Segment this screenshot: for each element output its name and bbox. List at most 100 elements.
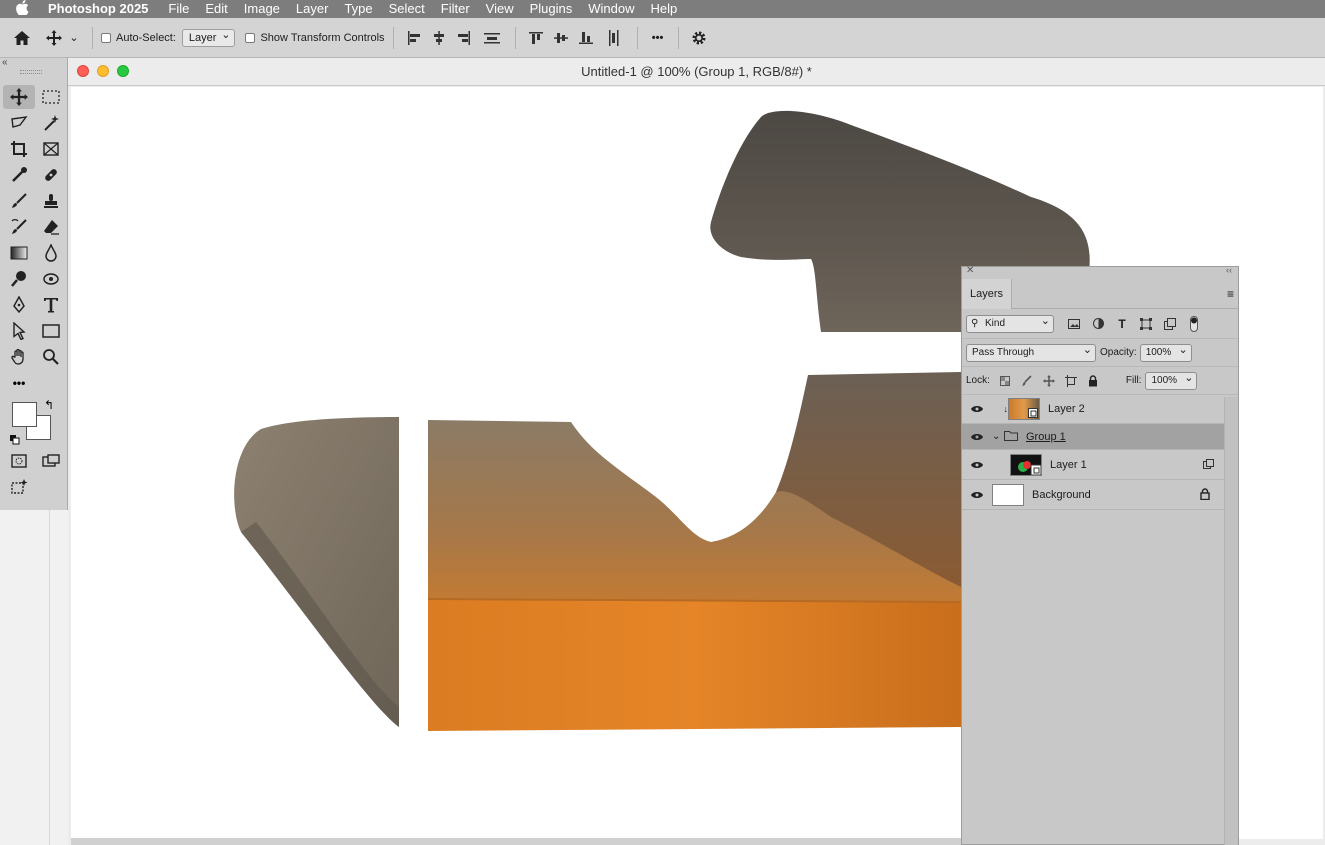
menu-plugins[interactable]: Plugins — [522, 0, 581, 18]
distribute-vertical-icon[interactable] — [477, 31, 507, 45]
tab-layers[interactable]: Layers — [962, 279, 1012, 309]
filter-pixel-icon[interactable] — [1062, 315, 1086, 333]
layer-row-group-1[interactable]: ⌄ Group 1 — [962, 424, 1224, 450]
distribute-horizontal-icon[interactable] — [599, 29, 629, 46]
align-horizontal-center-icon[interactable] — [427, 30, 452, 45]
clone-stamp-tool-button[interactable] — [35, 189, 67, 213]
app-name-menu[interactable]: Photoshop 2025 — [44, 0, 160, 18]
layer-row-background[interactable]: Background — [962, 480, 1224, 510]
close-panel-icon[interactable]: ✕ — [966, 265, 974, 276]
path-selection-tool-button[interactable] — [3, 319, 35, 343]
blend-mode-dropdown[interactable]: Pass Through — [966, 342, 1096, 362]
magic-wand-tool-button[interactable] — [35, 111, 67, 135]
minimize-window-button[interactable] — [97, 65, 109, 77]
lock-position-icon[interactable] — [1038, 372, 1060, 390]
clipping-mask-icon: ↓ — [1003, 404, 1009, 414]
marquee-tool-button[interactable] — [35, 85, 67, 109]
gradient-tool-button[interactable] — [3, 241, 35, 265]
frame-tool-button[interactable] — [35, 137, 67, 161]
menu-type[interactable]: Type — [336, 0, 380, 18]
blur-tool-button[interactable] — [35, 241, 67, 265]
hand-tool-button[interactable] — [3, 345, 35, 369]
divider — [636, 26, 638, 49]
more-options-icon[interactable]: ••• — [646, 32, 670, 44]
menu-image[interactable]: Image — [236, 0, 288, 18]
menu-layer[interactable]: Layer — [288, 0, 337, 18]
menu-file[interactable]: File — [160, 0, 197, 18]
auto-select-checkbox[interactable] — [101, 32, 111, 43]
lock-artboard-icon[interactable] — [1060, 372, 1082, 390]
menu-edit[interactable]: Edit — [197, 0, 235, 18]
generative-fill-icon[interactable] — [3, 475, 35, 499]
lock-transparent-pixels-icon[interactable] — [994, 372, 1016, 390]
fill-input[interactable]: 100% — [1145, 370, 1198, 390]
lock-image-pixels-icon[interactable] — [1016, 372, 1038, 390]
document-title-bar[interactable]: Untitled-1 @ 100% (Group 1, RGB/8#) * — [68, 58, 1325, 86]
collapse-icon[interactable]: « — [2, 57, 8, 68]
layer-thumbnail — [992, 483, 1024, 506]
divider — [514, 26, 516, 49]
crop-tool-button[interactable] — [3, 137, 35, 161]
lock-all-icon[interactable] — [1082, 372, 1104, 390]
menu-view[interactable]: View — [478, 0, 522, 18]
swap-colors-icon[interactable]: ↰ — [44, 398, 54, 412]
zoom-window-button[interactable] — [117, 65, 129, 77]
layer-row-layer-1[interactable]: Layer 1 — [962, 450, 1224, 480]
menu-bar: Photoshop 2025 File Edit Image Layer Typ… — [0, 0, 1325, 18]
tools-panel-grip[interactable]: « — [0, 57, 67, 84]
show-transform-checkbox[interactable] — [245, 32, 256, 43]
move-tool-icon[interactable] — [44, 29, 64, 46]
menu-help[interactable]: Help — [643, 0, 686, 18]
align-left-icon[interactable] — [402, 30, 427, 45]
folder-icon — [1004, 430, 1018, 444]
collapse-panel-icon[interactable]: ‹‹ — [1226, 265, 1232, 275]
menu-window[interactable]: Window — [580, 0, 642, 18]
filter-toggle-icon[interactable] — [1182, 315, 1206, 333]
brush-tool-button[interactable] — [3, 189, 35, 213]
chevron-down-icon[interactable]: ⌄ — [992, 431, 1004, 442]
auto-select-target-dropdown[interactable]: Layer — [181, 27, 236, 47]
filter-smart-object-icon[interactable] — [1158, 315, 1182, 333]
align-top-icon[interactable] — [524, 31, 549, 45]
eye-icon[interactable] — [962, 423, 992, 451]
tools-panel: « ••• ↰ — [0, 57, 68, 510]
align-vertical-center-icon[interactable] — [549, 31, 574, 45]
align-right-icon[interactable] — [452, 30, 477, 45]
layers-scrollbar[interactable] — [1224, 397, 1238, 845]
edit-toolbar-icon[interactable]: ••• — [3, 371, 35, 395]
filter-type-icon[interactable]: T — [1110, 315, 1134, 333]
filter-adjustment-icon[interactable] — [1086, 315, 1110, 333]
tool-preset-chevron-icon[interactable]: ⌄ — [64, 31, 84, 44]
close-window-button[interactable] — [77, 65, 89, 77]
filter-shape-icon[interactable] — [1134, 315, 1158, 333]
eye-icon[interactable] — [962, 481, 992, 509]
eyedropper-tool-button[interactable] — [3, 163, 35, 187]
eraser-tool-button[interactable] — [35, 215, 67, 239]
default-colors-icon[interactable] — [10, 432, 20, 450]
gear-icon[interactable] — [687, 30, 711, 46]
type-tool-button[interactable] — [35, 293, 67, 317]
screen-mode-icon[interactable] — [35, 449, 67, 473]
eye-icon[interactable] — [962, 451, 992, 479]
lasso-tool-button[interactable] — [3, 111, 35, 135]
history-brush-tool-button[interactable] — [3, 215, 35, 239]
apple-icon[interactable] — [0, 0, 44, 18]
opacity-input[interactable]: 100% — [1139, 342, 1192, 362]
zoom-tool-button[interactable] — [35, 345, 67, 369]
filter-kind-dropdown[interactable]: ⚲ Kind — [966, 313, 1054, 333]
healing-brush-tool-button[interactable] — [35, 163, 67, 187]
menu-select[interactable]: Select — [381, 0, 433, 18]
align-bottom-icon[interactable] — [574, 31, 599, 45]
move-tool-button[interactable] — [3, 85, 35, 109]
eye-icon[interactable] — [962, 395, 992, 423]
pen-tool-button-alt[interactable] — [35, 267, 67, 291]
panel-menu-icon[interactable]: ≡ — [1227, 287, 1234, 301]
fill-label: Fill: — [1125, 375, 1142, 386]
menu-filter[interactable]: Filter — [433, 0, 478, 18]
home-icon[interactable] — [0, 30, 44, 46]
pen-tool-button[interactable] — [3, 293, 35, 317]
layer-row-layer-2[interactable]: ↓ Layer 2 — [962, 395, 1224, 424]
dodge-tool-button[interactable] — [3, 267, 35, 291]
quick-mask-icon[interactable] — [3, 449, 35, 473]
rectangle-tool-button[interactable] — [35, 319, 67, 343]
